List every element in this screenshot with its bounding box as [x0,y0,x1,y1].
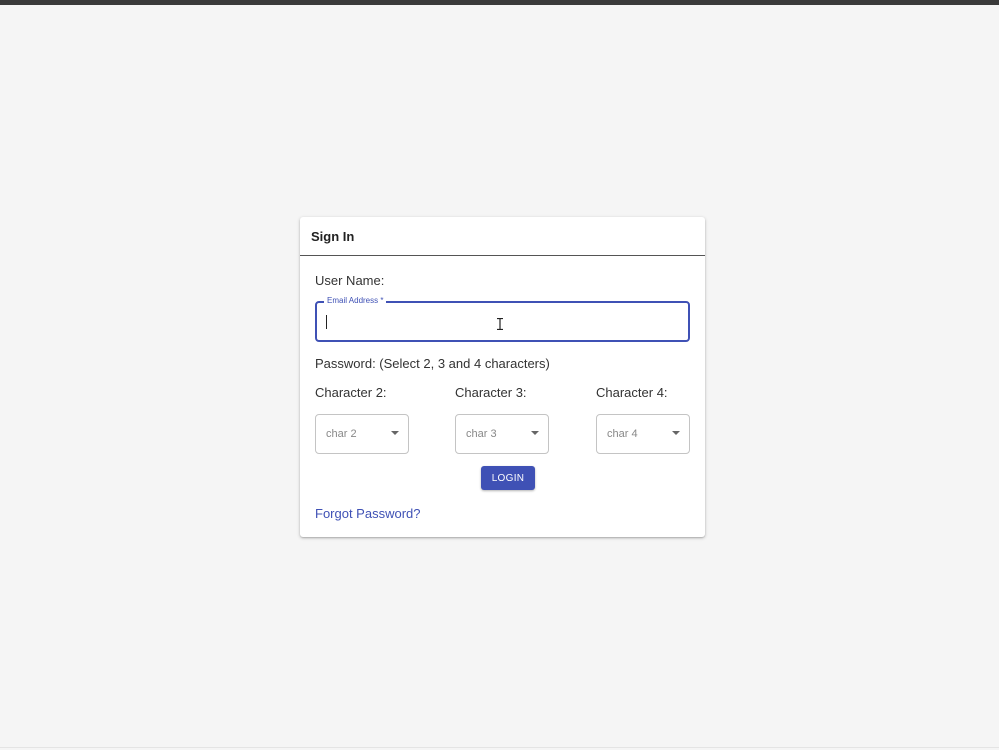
character-2-label: Character 2: [315,385,387,400]
dropdown-arrow-icon [672,431,680,435]
sign-in-card: Sign In User Name: Email Address * Passw… [300,217,705,537]
character-3-placeholder: char 3 [466,428,497,440]
card-title: Sign In [300,217,705,256]
character-4-label: Character 4: [596,385,668,400]
character-3-select[interactable]: char 3 [455,414,549,454]
top-bar [0,0,999,5]
character-4-select[interactable]: char 4 [596,414,690,454]
email-field-label: Email Address * [324,296,387,306]
text-cursor-icon [497,318,503,330]
password-label: Password: (Select 2, 3 and 4 characters) [315,356,550,371]
character-2-select[interactable]: char 2 [315,414,409,454]
bottom-divider [0,747,999,748]
dropdown-arrow-icon [531,431,539,435]
character-3-label: Character 3: [455,385,527,400]
forgot-password-link[interactable]: Forgot Password? [315,506,421,521]
dropdown-arrow-icon [391,431,399,435]
text-caret [326,315,327,329]
email-field[interactable]: Email Address * [315,296,690,342]
character-4-placeholder: char 4 [607,428,638,440]
character-2-placeholder: char 2 [326,428,357,440]
login-button[interactable]: LOGIN [481,466,535,490]
username-label: User Name: [315,273,385,288]
